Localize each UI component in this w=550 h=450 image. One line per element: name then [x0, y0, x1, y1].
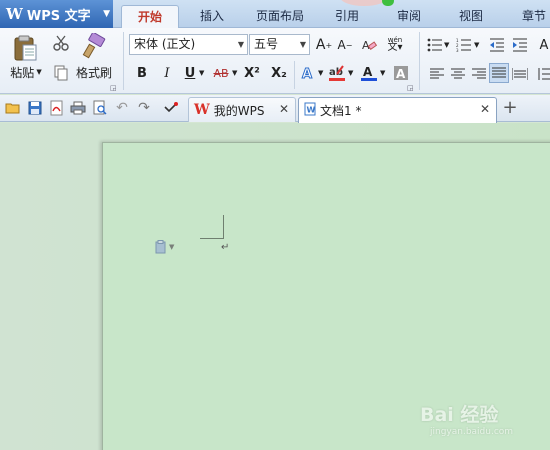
align-right-icon[interactable] [470, 65, 488, 83]
wps-home-icon: W [194, 102, 210, 118]
tab-references[interactable]: 引用 [327, 5, 367, 28]
grow-font-icon[interactable]: A + [315, 36, 333, 54]
underline-button[interactable]: U [181, 64, 199, 82]
tab-label: 我的WPS [213, 103, 265, 118]
line-spacing-icon[interactable] [536, 65, 550, 83]
text-effect-icon[interactable]: A [299, 64, 317, 82]
watermark-text: Bai 经验 [420, 404, 499, 426]
tab-start[interactable]: 开始 [121, 5, 179, 28]
justify-icon[interactable] [489, 63, 509, 83]
align-center-icon[interactable] [449, 65, 467, 83]
new-tab-button[interactable]: + [502, 97, 518, 118]
tab-my-wps[interactable]: W 我的WPS ✕ [188, 97, 296, 122]
watermark-url: jingyan.baidu.com [430, 427, 514, 437]
font-color-icon[interactable]: A [360, 64, 378, 82]
highlight-icon[interactable]: ab [328, 64, 346, 82]
tab-view[interactable]: 视图 [451, 5, 491, 28]
font-size-value: 五号 [254, 37, 279, 51]
font-name-value: 宋体 (正文) [134, 37, 196, 51]
menu-bar: W WPS 文字 ▼ 开始 插入 页面布局 引用 审阅 视图 章节 [0, 0, 550, 28]
distributed-align-icon[interactable] [511, 65, 529, 83]
font-launcher-icon[interactable]: ◲ [407, 84, 414, 92]
document-tab-bar: ↶ ↷ W 我的WPS ✕ W 文档1 * ✕ + [0, 95, 550, 123]
paste-label: 粘贴 [10, 65, 35, 80]
divider [123, 32, 124, 90]
open-folder-icon[interactable] [5, 100, 21, 116]
close-icon[interactable]: ✕ [279, 102, 289, 116]
svg-text:W: W [307, 106, 316, 115]
undo-icon[interactable]: ↶ [114, 100, 130, 116]
save-icon[interactable] [27, 100, 43, 116]
print-preview-icon[interactable] [92, 100, 108, 116]
font-size-select[interactable]: 五号 ▼ [249, 34, 310, 55]
chevron-down-icon: ▼ [299, 40, 306, 49]
chevron-down-icon[interactable]: ▼ [474, 41, 479, 49]
chevron-down-icon: ▼ [36, 68, 42, 76]
cut-icon[interactable] [52, 34, 70, 52]
format-painter-icon[interactable] [80, 32, 108, 60]
format-painter-button[interactable]: 格式刷 [72, 64, 116, 80]
strikethrough-button[interactable]: AB [210, 64, 232, 82]
paste-button[interactable]: 粘贴 ▼ [6, 64, 46, 80]
paragraph-mark: ↵ [221, 242, 230, 253]
svg-text:A: A [396, 67, 406, 81]
chevron-down-icon: ▼ [169, 243, 175, 251]
wps-logo-icon: W [6, 5, 23, 23]
decrease-indent-icon[interactable] [488, 36, 506, 54]
clipboard-launcher-icon[interactable]: ◲ [110, 84, 117, 92]
bullet-list-icon[interactable] [426, 36, 444, 54]
customize-toolbar-icon[interactable] [163, 100, 179, 116]
chevron-down-icon[interactable]: ▼ [232, 69, 237, 77]
chevron-down-icon[interactable]: ▼ [199, 69, 204, 77]
chevron-down-icon[interactable]: ▼ [348, 69, 353, 77]
print-icon[interactable] [70, 100, 86, 116]
chevron-down-icon: ▼ [237, 40, 244, 49]
wps-app-menu-button[interactable]: W WPS 文字 ▼ [0, 0, 113, 28]
svg-text:3: 3 [456, 48, 459, 52]
paste-options-tag[interactable]: ▼ [155, 240, 174, 254]
divider [294, 61, 295, 89]
italic-button[interactable]: I [158, 64, 176, 82]
close-icon[interactable]: ✕ [480, 102, 490, 116]
numbered-list-icon[interactable]: 123 [455, 36, 473, 54]
svg-text:A: A [363, 65, 373, 79]
word-doc-icon: W [304, 102, 316, 119]
copy-icon[interactable] [52, 64, 70, 82]
baidu-jingyan-watermark: Bai 经验 jingyan.baidu.com [420, 400, 545, 445]
pinyin-wen-icon: 文▾ [387, 42, 403, 53]
chevron-down-icon: ▼ [103, 9, 110, 19]
margin-corner-mark [200, 215, 224, 239]
subscript-button[interactable]: X₂ [269, 64, 289, 82]
tab-insert[interactable]: 插入 [192, 5, 232, 28]
shrink-font-icon[interactable]: A − [336, 36, 354, 54]
clear-format-icon[interactable]: A [360, 36, 378, 54]
app-brand-label: WPS 文字 [26, 8, 91, 24]
chevron-down-icon[interactable]: ▼ [444, 41, 449, 49]
ribbon: 粘贴 ▼ 格式刷 ◲ 宋体 (正文) ▼ 五号 ▼ A + A − A wén 文▾… [0, 28, 550, 94]
export-pdf-icon[interactable] [49, 100, 65, 116]
divider [419, 32, 420, 90]
redo-icon[interactable]: ↷ [136, 100, 152, 116]
superscript-button[interactable]: X² [242, 64, 262, 82]
chevron-down-icon[interactable]: ▼ [318, 69, 323, 77]
svg-text:A: A [302, 67, 312, 81]
tab-document1[interactable]: W 文档1 * ✕ [298, 97, 497, 123]
paste-icon[interactable] [8, 32, 42, 64]
tab-label: 文档1 * [320, 104, 362, 118]
bold-button[interactable]: B [133, 64, 151, 82]
pinyin-guide-button[interactable]: wén 文▾ [383, 34, 407, 54]
tab-page-layout[interactable]: 页面布局 [248, 5, 312, 28]
chinese-layout-icon[interactable]: A [535, 36, 550, 54]
character-shading-icon[interactable]: A [392, 64, 410, 82]
chevron-down-icon[interactable]: ▼ [380, 69, 385, 77]
align-left-icon[interactable] [428, 65, 446, 83]
tab-chapter[interactable]: 章节 [514, 5, 550, 28]
increase-indent-icon[interactable] [511, 36, 529, 54]
tab-review[interactable]: 审阅 [389, 5, 429, 28]
font-name-select[interactable]: 宋体 (正文) ▼ [129, 34, 248, 55]
